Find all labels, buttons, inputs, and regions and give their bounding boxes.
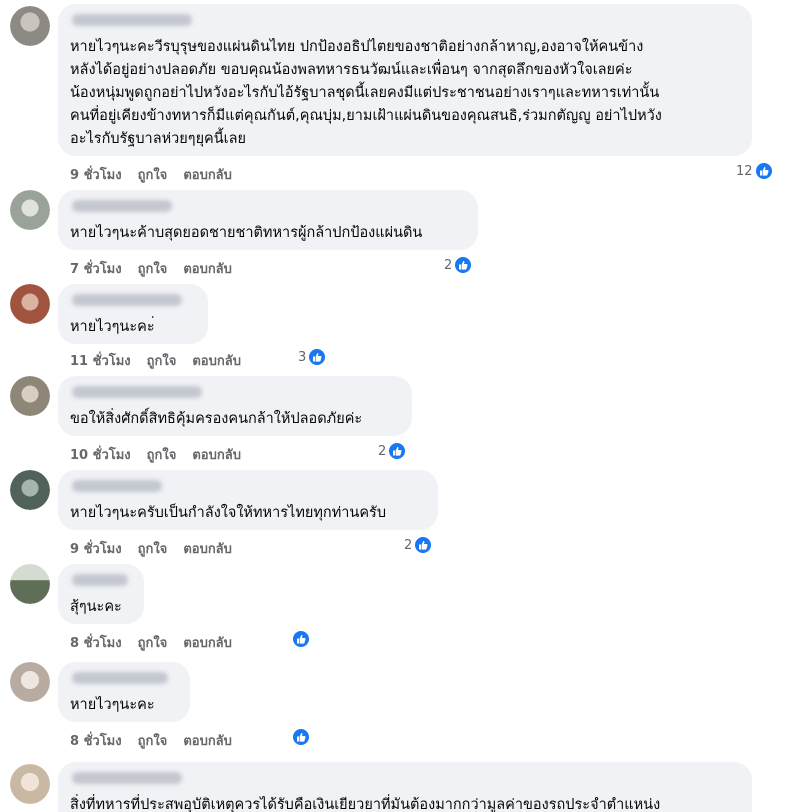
avatar-image <box>10 284 50 324</box>
author-name-blurred[interactable] <box>72 480 162 492</box>
comment-actions: 10 ชั่วโมง ถูกใจ ตอบกลับ <box>70 444 257 465</box>
reaction-count[interactable]: 12 <box>736 162 773 180</box>
reaction-count-number: 2 <box>404 537 413 553</box>
comment-timestamp[interactable]: 8 ชั่วโมง <box>70 730 122 751</box>
comment-timestamp[interactable]: 7 ชั่วโมง <box>70 258 122 279</box>
avatar[interactable] <box>10 190 50 230</box>
comment-bubble: หายไวๆนะคะ่ <box>58 284 208 344</box>
author-name-blurred[interactable] <box>72 14 192 26</box>
avatar-image <box>10 6 50 46</box>
comment-actions: 8 ชั่วโมง ถูกใจ ตอบกลับ <box>70 730 248 751</box>
comment-bubble: สิ่งที่ทหารที่ประสพอุบัติเหตุควรได้รับคื… <box>58 762 752 812</box>
comment-bubble: หายไวๆนะครับเป็นกำลังใจให้ทหารไทยทุกท่าน… <box>58 470 438 530</box>
comment-text: หายไวๆนะค้าบสุดยอดชายชาติทหารผู้กล้าปกป้… <box>70 225 423 241</box>
reply-button[interactable]: ตอบกลับ <box>192 350 241 371</box>
author-name-blurred[interactable] <box>72 672 168 684</box>
author-name-blurred[interactable] <box>72 772 182 784</box>
thumbs-up-icon <box>292 630 310 648</box>
reply-button[interactable]: ตอบกลับ <box>183 164 232 185</box>
avatar[interactable] <box>10 6 50 46</box>
author-name-blurred[interactable] <box>72 294 182 306</box>
comment-text: สิ่งที่ทหารที่ประสพอุบัติเหตุควรได้รับคื… <box>70 797 661 812</box>
comment-text: ขอให้สิ่งศักดิ์สิทธิคุ้มครองคนกล้าให้ปลอ… <box>70 411 363 427</box>
comment-feed: หายไวๆนะคะวีรบุรุษของแผ่นดินไทย ปกป้องอธ… <box>0 0 800 812</box>
like-button[interactable]: ถูกใจ <box>138 632 168 653</box>
comment-actions: 8 ชั่วโมง ถูกใจ ตอบกลับ <box>70 632 248 653</box>
avatar[interactable] <box>10 470 50 510</box>
comment-bubble: ขอให้สิ่งศักดิ์สิทธิคุ้มครองคนกล้าให้ปลอ… <box>58 376 412 436</box>
comment-bubble: หายไวๆนะคะ <box>58 662 190 722</box>
like-button[interactable]: ถูกใจ <box>138 164 168 185</box>
comment-actions: 9 ชั่วโมง ถูกใจ ตอบกลับ <box>70 538 248 559</box>
reaction-count-number: 3 <box>298 349 307 365</box>
avatar-image <box>10 470 50 510</box>
avatar-image <box>10 190 50 230</box>
avatar-image <box>10 764 50 804</box>
comment-text: หายไวๆนะคะ่ <box>70 319 155 335</box>
thumbs-up-icon <box>292 728 310 746</box>
reply-button[interactable]: ตอบกลับ <box>183 730 232 751</box>
avatar[interactable] <box>10 284 50 324</box>
reaction-count[interactable] <box>290 728 310 746</box>
reaction-count-number: 2 <box>378 443 387 459</box>
comment-text: หายไวๆนะคะวีรบุรุษของแผ่นดินไทย ปกป้องอธ… <box>70 39 662 147</box>
comment-actions: 7 ชั่วโมง ถูกใจ ตอบกลับ <box>70 258 248 279</box>
reaction-count[interactable]: 2 <box>404 536 433 554</box>
thumbs-up-icon <box>308 348 327 366</box>
thumbs-up-icon <box>454 256 473 274</box>
reaction-count[interactable] <box>290 630 310 648</box>
comment-actions: 11 ชั่วโมง ถูกใจ ตอบกลับ <box>70 350 257 371</box>
comment-timestamp[interactable]: 9 ชั่วโมง <box>70 538 122 559</box>
avatar[interactable] <box>10 564 50 604</box>
thumbs-up-icon <box>754 162 773 180</box>
reply-button[interactable]: ตอบกลับ <box>183 538 232 559</box>
comment-timestamp[interactable]: 8 ชั่วโมง <box>70 632 122 653</box>
comment-bubble: สุ้ๆนะคะ <box>58 564 144 624</box>
reply-button[interactable]: ตอบกลับ <box>183 632 232 653</box>
avatar[interactable] <box>10 376 50 416</box>
reaction-count-number: 2 <box>444 257 453 273</box>
comment-text: สุ้ๆนะคะ <box>70 599 122 615</box>
comment-actions: 9 ชั่วโมง ถูกใจ ตอบกลับ <box>70 164 248 185</box>
avatar[interactable] <box>10 764 50 804</box>
reaction-count-number: 12 <box>736 163 753 179</box>
comment-timestamp[interactable]: 11 ชั่วโมง <box>70 350 131 371</box>
like-button[interactable]: ถูกใจ <box>138 258 168 279</box>
avatar[interactable] <box>10 662 50 702</box>
reaction-count[interactable]: 2 <box>444 256 473 274</box>
like-button[interactable]: ถูกใจ <box>147 350 177 371</box>
comment-timestamp[interactable]: 10 ชั่วโมง <box>70 444 131 465</box>
reaction-count[interactable]: 2 <box>378 442 407 460</box>
reaction-count[interactable]: 3 <box>298 348 327 366</box>
reply-button[interactable]: ตอบกลับ <box>192 444 241 465</box>
comment-bubble: หายไวๆนะคะวีรบุรุษของแผ่นดินไทย ปกป้องอธ… <box>58 4 752 156</box>
avatar-image <box>10 564 50 604</box>
avatar-image <box>10 376 50 416</box>
thumbs-up-icon <box>388 442 407 460</box>
comment-bubble: หายไวๆนะค้าบสุดยอดชายชาติทหารผู้กล้าปกป้… <box>58 190 478 250</box>
reply-button[interactable]: ตอบกลับ <box>183 258 232 279</box>
like-button[interactable]: ถูกใจ <box>138 538 168 559</box>
author-name-blurred[interactable] <box>72 200 172 212</box>
like-button[interactable]: ถูกใจ <box>138 730 168 751</box>
comment-text: หายไวๆนะคะ <box>70 697 155 713</box>
like-button[interactable]: ถูกใจ <box>147 444 177 465</box>
author-name-blurred[interactable] <box>72 386 202 398</box>
comment-text: หายไวๆนะครับเป็นกำลังใจให้ทหารไทยทุกท่าน… <box>70 505 387 521</box>
thumbs-up-icon <box>414 536 433 554</box>
comment-timestamp[interactable]: 9 ชั่วโมง <box>70 164 122 185</box>
author-name-blurred[interactable] <box>72 574 128 586</box>
avatar-image <box>10 662 50 702</box>
